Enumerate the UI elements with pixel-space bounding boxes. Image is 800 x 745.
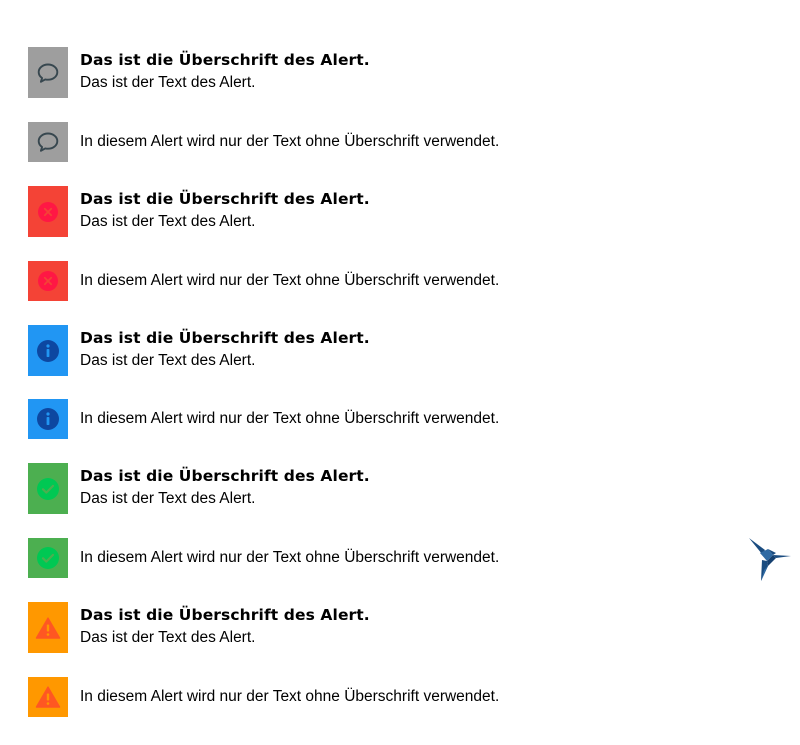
alert-icon-box bbox=[28, 602, 68, 653]
alert-headline: Das ist die Überschrift des Alert. bbox=[80, 606, 370, 624]
alert-icon-box bbox=[28, 325, 68, 376]
alert-text: In diesem Alert wird nur der Text ohne Ü… bbox=[80, 410, 500, 427]
warning-triangle-icon bbox=[35, 616, 61, 639]
info-icon bbox=[37, 408, 59, 430]
alert-icon-box bbox=[28, 538, 68, 578]
hummingbird-logo-icon bbox=[746, 536, 794, 589]
alert-icon-box bbox=[28, 261, 68, 301]
alert-headline: Das ist die Überschrift des Alert. bbox=[80, 190, 370, 208]
alert-text: Das ist der Text des Alert. bbox=[80, 490, 256, 507]
alert-icon-box bbox=[28, 463, 68, 514]
alert-text: In diesem Alert wird nur der Text ohne Ü… bbox=[80, 133, 500, 150]
alert-headline: Das ist die Überschrift des Alert. bbox=[80, 329, 370, 347]
alert-headline: Das ist die Überschrift des Alert. bbox=[80, 51, 370, 69]
alert-text: In diesem Alert wird nur der Text ohne Ü… bbox=[80, 549, 500, 566]
error-x-icon bbox=[38, 201, 58, 222]
speech-bubble-icon bbox=[37, 63, 59, 83]
alert-text: In diesem Alert wird nur der Text ohne Ü… bbox=[80, 688, 500, 705]
alert-text: Das ist der Text des Alert. bbox=[80, 74, 256, 91]
checkmark-icon bbox=[37, 477, 59, 500]
alert-headline: Das ist die Überschrift des Alert. bbox=[80, 467, 370, 485]
alert-icon-box bbox=[28, 47, 68, 98]
alert-text: Das ist der Text des Alert. bbox=[80, 352, 256, 369]
checkmark-icon bbox=[37, 547, 59, 569]
error-x-icon bbox=[38, 271, 58, 291]
alert-icon-box bbox=[28, 122, 68, 162]
alert-icon-box bbox=[28, 399, 68, 439]
alert-text: In diesem Alert wird nur der Text ohne Ü… bbox=[80, 272, 500, 289]
alert-text: Das ist der Text des Alert. bbox=[80, 629, 256, 646]
alert-icon-box bbox=[28, 186, 68, 237]
info-icon bbox=[37, 339, 59, 362]
alert-text: Das ist der Text des Alert. bbox=[80, 213, 256, 230]
speech-bubble-icon bbox=[37, 132, 59, 152]
alert-icon-box bbox=[28, 677, 68, 717]
warning-triangle-icon bbox=[35, 686, 61, 708]
